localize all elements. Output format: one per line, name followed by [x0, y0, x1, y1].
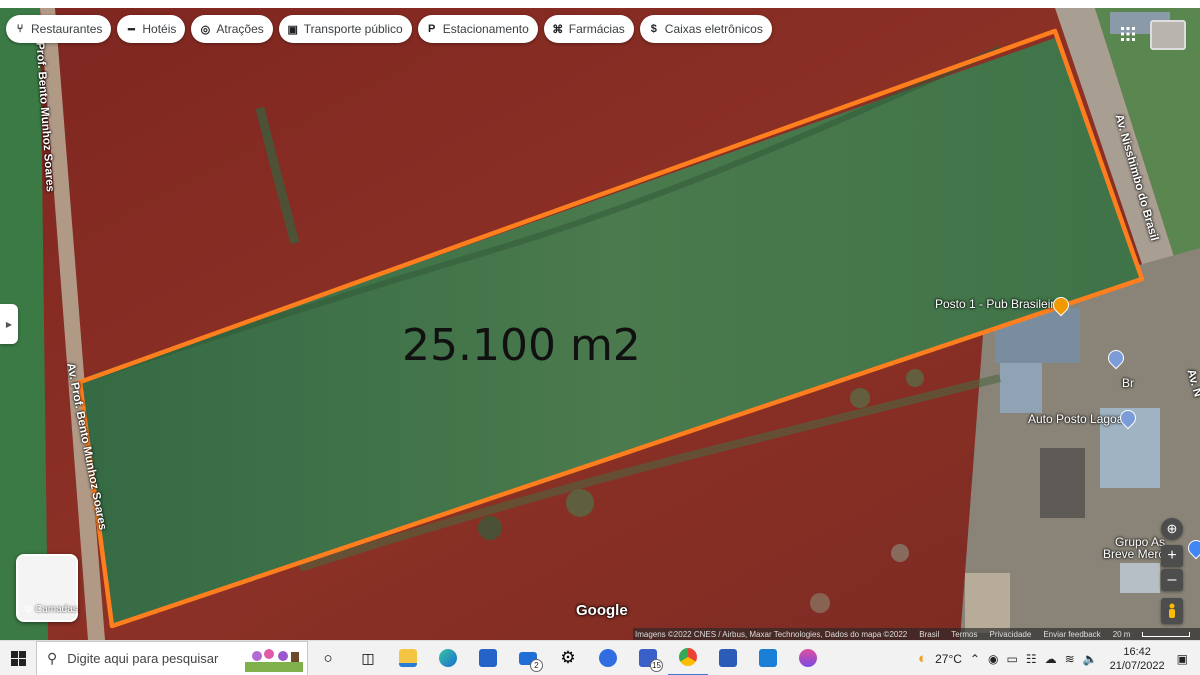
word-button[interactable]	[708, 641, 748, 675]
chip-estacionamento[interactable]: P Estacionamento	[417, 15, 538, 43]
terms-link[interactable]: Termos	[951, 630, 977, 639]
category-chips: ⑂ Restaurantes ━ Hotéis ◎ Atrações ▣ Transpo…	[6, 15, 772, 43]
chip-restaurantes[interactable]: ⑂ Restaurantes	[6, 15, 112, 43]
layers-icon	[24, 605, 33, 613]
task-view-button[interactable]: ◫	[348, 641, 388, 675]
crosshair-icon: ⊕	[1166, 521, 1178, 536]
teams-badge: 15	[650, 658, 663, 672]
zoom-out-button[interactable]: –	[1161, 569, 1183, 591]
poi-grupo-label-2[interactable]: Breve Merc	[1103, 547, 1164, 561]
chrome-button[interactable]	[668, 641, 708, 675]
edge-button[interactable]	[428, 641, 468, 675]
street-view-pegman[interactable]	[1161, 598, 1183, 624]
chip-hoteis[interactable]: ━ Hotéis	[117, 15, 186, 43]
bus-icon: ▣	[287, 23, 298, 36]
minus-icon: –	[1167, 571, 1177, 588]
taskbar-search-box[interactable]: ⚲ Digite aqui para pesquisar	[36, 640, 308, 675]
chip-farmacias[interactable]: ⌘ Farmácias	[543, 15, 634, 43]
atm-icon: $	[650, 23, 657, 35]
poi-pub-label[interactable]: Posto 1 - Pub Brasileiro	[935, 297, 1061, 311]
clock[interactable]: 16:42 21/07/2022	[1110, 645, 1165, 673]
weather-icon[interactable]: ◐	[918, 650, 927, 667]
fork-knife-icon: ⑂	[16, 23, 24, 35]
map-footer: Imagens ©2022 CNES / Airbus, Maxar Techn…	[633, 628, 1200, 640]
zoom-in-button[interactable]: +	[1161, 545, 1183, 567]
account-avatar[interactable]	[1150, 20, 1186, 50]
teams-button[interactable]: 15	[628, 641, 668, 675]
task-view-icon: ◫	[361, 649, 375, 666]
clock-date: 21/07/2022	[1109, 659, 1165, 672]
q-app-icon	[599, 649, 617, 667]
pegman-icon	[1169, 603, 1175, 618]
chip-caixas-eletronicos[interactable]: $ Caixas eletrônicos	[639, 15, 772, 43]
imagery-credit: Imagens ©2022 CNES / Airbus, Maxar Techn…	[635, 629, 908, 639]
photos-icon	[759, 649, 777, 667]
notifications-icon[interactable]: ▣	[1177, 652, 1188, 666]
wifi-icon[interactable]: ≋	[1065, 652, 1075, 666]
scale-bar	[1142, 631, 1191, 637]
chevron-right-icon: ▶	[5, 319, 13, 329]
clock-time: 16:42	[1123, 645, 1151, 658]
google-watermark: Google	[576, 602, 628, 619]
taskbar: ⚲ Digite aqui para pesquisar ○ ◫ 2 ⚙ 15 …	[0, 640, 1200, 675]
cloud-icon[interactable]: ☁	[1045, 652, 1057, 666]
collapse-side-panel-button[interactable]: ▶	[0, 304, 18, 344]
app-q-button[interactable]	[588, 641, 628, 675]
camera-icon: ◎	[200, 23, 211, 36]
system-tray: ◐ 27°C ⌃ ◉ ▭ ☷ ☁ ≋ 🔈 16:42 21/07/2022 ▣	[918, 641, 1200, 675]
chip-transporte-publico[interactable]: ▣ Transporte público	[278, 15, 412, 43]
scale-label[interactable]: 20 m	[1113, 630, 1131, 639]
layers-label: Camadas	[35, 604, 78, 615]
word-icon	[719, 649, 737, 667]
device-icon[interactable]: ☷	[1026, 652, 1037, 666]
country-link[interactable]: Brasil	[919, 630, 939, 639]
edge-icon	[439, 649, 457, 667]
search-highlight-illustration-icon	[245, 648, 303, 672]
chevron-up-icon[interactable]: ⌃	[970, 652, 980, 666]
battery-icon[interactable]: ▭	[1006, 652, 1017, 666]
folder-icon	[399, 649, 417, 667]
chrome-icon	[679, 648, 697, 666]
circle-icon: ○	[323, 649, 333, 667]
apps-grid-icon[interactable]	[1120, 26, 1136, 42]
gear-icon: ⚙	[560, 648, 576, 667]
search-placeholder: Digite aqui para pesquisar	[67, 650, 219, 666]
cortana-button[interactable]: ○	[308, 641, 348, 675]
poi-auto-posto-label[interactable]: Auto Posto Lagoa	[1028, 412, 1123, 426]
mail-badge: 2	[530, 658, 543, 672]
parking-icon: P	[428, 23, 436, 35]
paint-drop-icon	[799, 649, 817, 667]
photos-button[interactable]	[748, 641, 788, 675]
settings-button[interactable]: ⚙	[548, 641, 588, 675]
record-icon[interactable]: ◉	[988, 652, 998, 666]
chip-atracoes[interactable]: ◎ Atrações	[191, 15, 273, 43]
store-button[interactable]	[468, 641, 508, 675]
area-label: 25.100 m2	[402, 320, 641, 371]
feedback-link[interactable]: Enviar feedback	[1043, 630, 1100, 639]
layers-button[interactable]: Camadas	[16, 554, 78, 622]
plus-icon: +	[1167, 547, 1177, 564]
weather-temp[interactable]: 27°C	[935, 652, 962, 666]
volume-icon[interactable]: 🔈	[1083, 652, 1098, 666]
poi-br-label[interactable]: Br	[1122, 376, 1134, 390]
bed-icon: ━	[128, 23, 135, 36]
pharmacy-icon: ⌘	[552, 23, 564, 36]
my-location-button[interactable]: ⊕	[1161, 518, 1183, 540]
file-explorer-button[interactable]	[388, 641, 428, 675]
store-icon	[479, 649, 497, 667]
start-button[interactable]	[0, 641, 36, 675]
map-view[interactable]: Av. Prof. Bento Munhoz Soares Av. Prof. …	[0, 8, 1200, 640]
windows-logo-icon	[10, 650, 26, 666]
mail-button[interactable]: 2	[508, 641, 548, 675]
paint-button[interactable]	[788, 641, 828, 675]
search-icon: ⚲	[47, 649, 58, 666]
privacy-link[interactable]: Privacidade	[990, 630, 1032, 639]
